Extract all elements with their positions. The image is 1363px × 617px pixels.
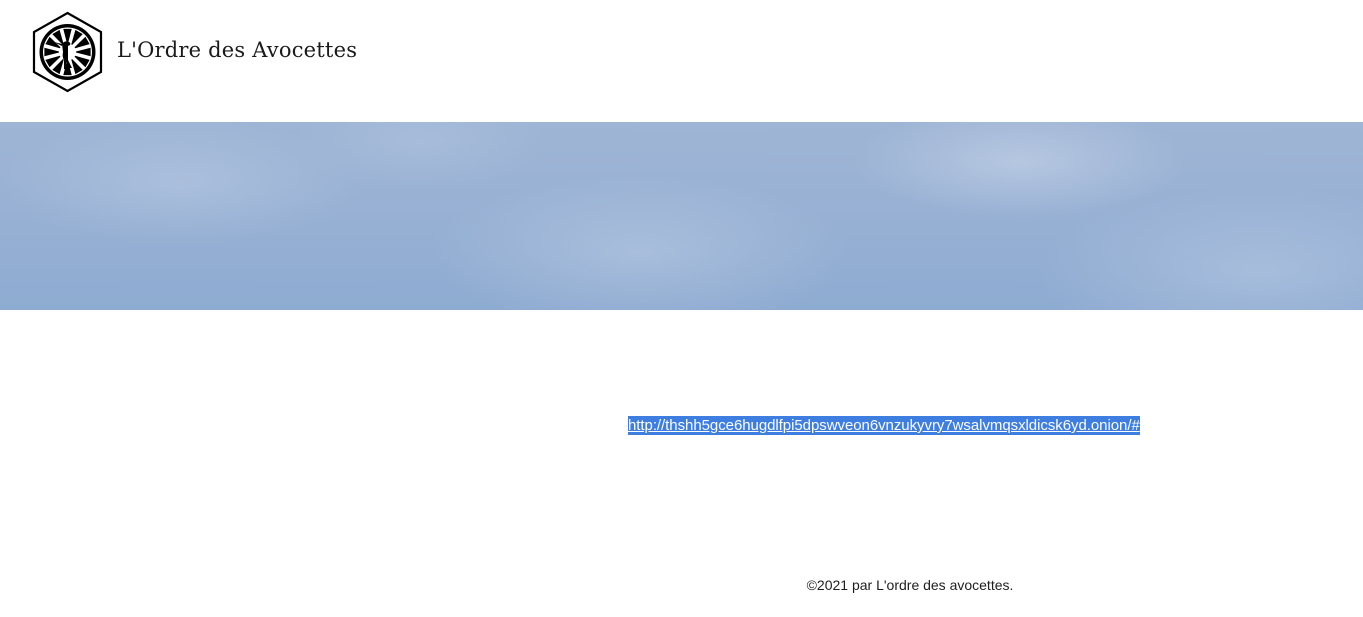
site-header: L'Ordre des Avocettes [0,0,1363,122]
site-title[interactable]: L'Ordre des Avocettes [117,38,357,62]
avocet-hexagon-emblem-icon[interactable] [31,11,104,93]
onion-link[interactable]: http://thshh5gce6hugdlfpi5dpswveon6vnzuk… [628,416,1140,435]
footer-copyright: ©2021 par L'ordre des avocettes. [806,577,1014,593]
hero-banner [0,122,1363,310]
page: L'Ordre des Avocettes http://thshh5gce6h… [0,0,1363,617]
